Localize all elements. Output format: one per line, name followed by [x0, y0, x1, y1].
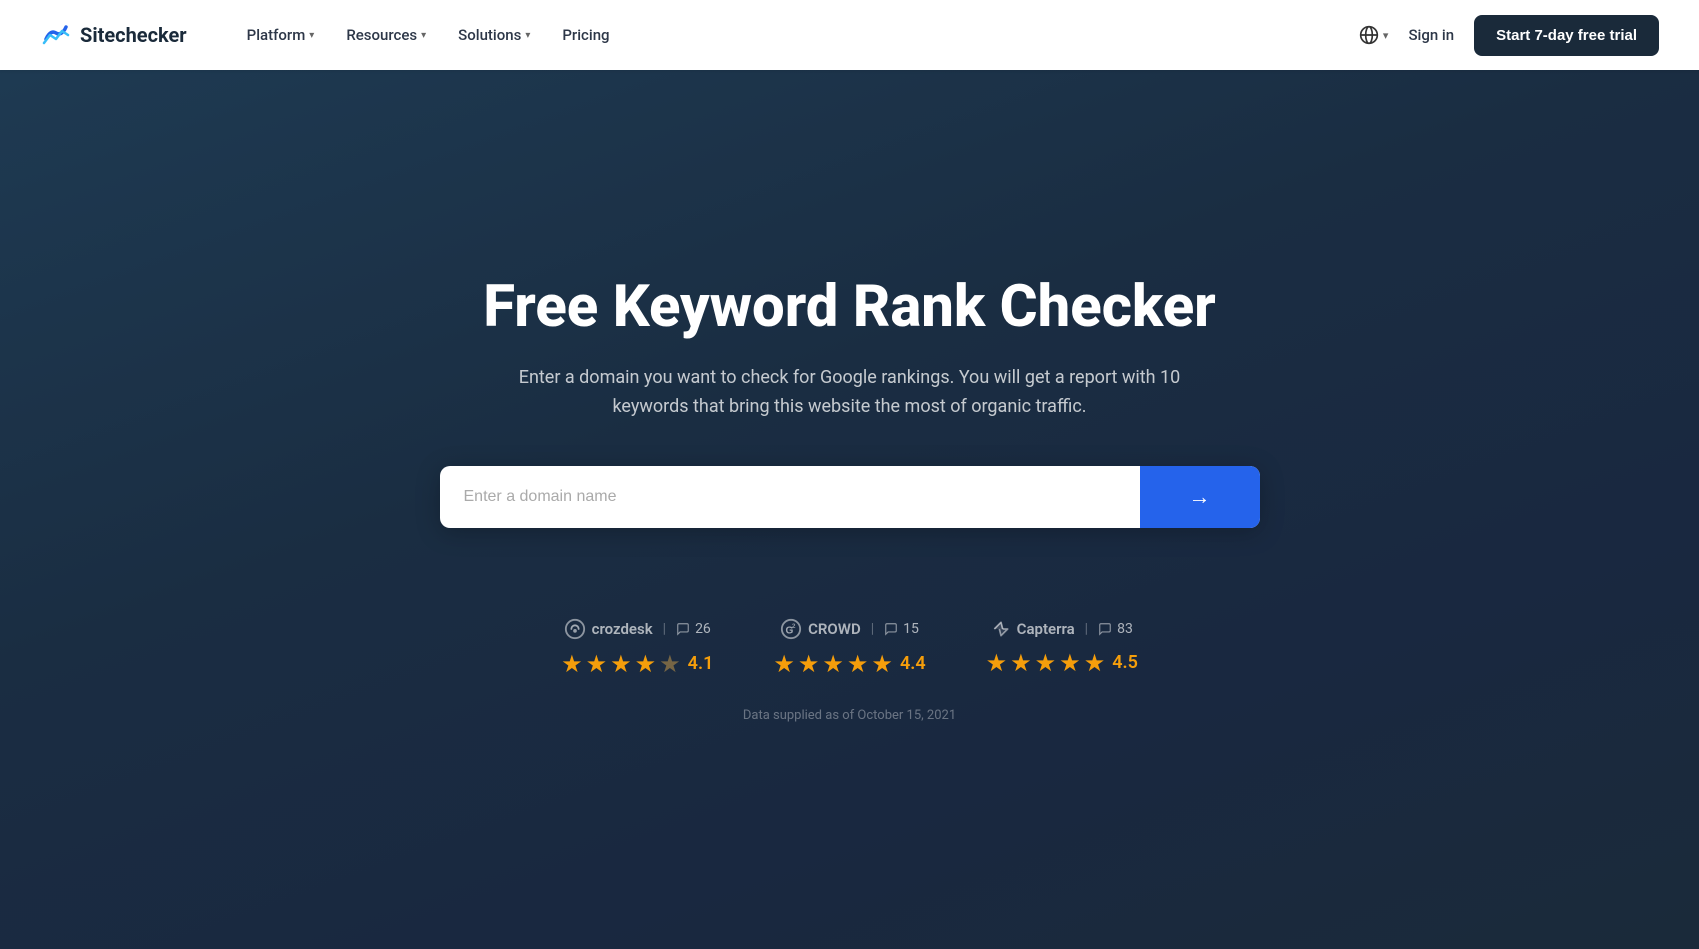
nav-platform[interactable]: Platform ▾ — [235, 18, 327, 52]
crozdesk-review-count: 26 — [695, 621, 711, 637]
navbar: Sitechecker Platform ▾ Resources ▾ Solut… — [0, 0, 1699, 70]
capterra-score: 4.5 — [1112, 652, 1138, 673]
star-4: ★ — [847, 650, 869, 678]
star-3: ★ — [610, 650, 632, 678]
capterra-icon — [991, 619, 1011, 639]
hero-section: Free Keyword Rank Checker Enter a domain… — [0, 70, 1699, 949]
search-button[interactable]: → — [1140, 466, 1260, 528]
brand-name: Sitechecker — [80, 23, 187, 47]
start-trial-button[interactable]: Start 7-day free trial — [1474, 15, 1659, 56]
crozdesk-icon — [564, 618, 586, 640]
domain-search-input[interactable] — [440, 466, 1140, 528]
hero-title: Free Keyword Rank Checker — [483, 276, 1216, 340]
star-2: ★ — [1010, 649, 1032, 677]
g2-icon: G 2 — [780, 618, 802, 640]
star-half: ★ — [635, 650, 657, 678]
nav-links: Platform ▾ Resources ▾ Solutions ▾ Prici… — [235, 18, 1359, 52]
g2crowd-review-count: 15 — [903, 621, 919, 637]
capterra-label: Capterra — [1017, 620, 1075, 638]
capterra-logo: Capterra — [991, 619, 1075, 639]
capterra-rating: Capterra | 83 ★ ★ ★ ★ ★ 4.5 — [986, 619, 1138, 677]
brand-logo-link[interactable]: Sitechecker — [40, 19, 187, 51]
signin-link[interactable]: Sign in — [1408, 26, 1454, 44]
nav-solutions[interactable]: Solutions ▾ — [446, 18, 542, 52]
comment-icon-capterra — [1098, 622, 1112, 636]
capterra-count: 83 — [1098, 621, 1133, 637]
comment-icon — [676, 622, 690, 636]
star-3: ★ — [1035, 649, 1057, 677]
arrow-right-icon: → — [1189, 484, 1211, 510]
crozdesk-score: 4.1 — [688, 653, 714, 674]
brand-logo-icon — [40, 19, 72, 51]
resources-chevron-icon: ▾ — [421, 30, 426, 41]
star-1: ★ — [561, 650, 583, 678]
svg-text:2: 2 — [792, 623, 796, 630]
star-half: ★ — [871, 650, 893, 678]
g2crowd-rating: G 2 CROWD | 15 ★ ★ ★ ★ ★ — [773, 618, 925, 678]
language-selector[interactable]: ▾ — [1359, 25, 1389, 45]
domain-search-box: → — [440, 466, 1260, 528]
crozdesk-rating: crozdesk | 26 ★ ★ ★ ★ ★ 4.1 — [561, 618, 713, 678]
comment-icon-g2 — [884, 622, 898, 636]
star-half: ★ — [1084, 649, 1106, 677]
crozdesk-count: 26 — [676, 621, 711, 637]
ratings-row: crozdesk | 26 ★ ★ ★ ★ ★ 4.1 — [561, 618, 1138, 678]
g2crowd-logo: G 2 CROWD — [780, 618, 861, 640]
crozdesk-label: crozdesk — [592, 620, 653, 638]
solutions-chevron-icon: ▾ — [525, 30, 530, 41]
star-2: ★ — [798, 650, 820, 678]
star-4: ★ — [1059, 649, 1081, 677]
star-3: ★ — [822, 650, 844, 678]
capterra-stars: ★ ★ ★ ★ ★ 4.5 — [986, 649, 1138, 677]
g2crowd-stars: ★ ★ ★ ★ ★ 4.4 — [773, 650, 925, 678]
language-chevron-icon: ▾ — [1383, 29, 1389, 42]
g2crowd-score: 4.4 — [900, 653, 926, 674]
crozdesk-stars: ★ ★ ★ ★ ★ 4.1 — [561, 650, 713, 678]
platform-chevron-icon: ▾ — [309, 30, 314, 41]
star-2: ★ — [586, 650, 608, 678]
nav-pricing[interactable]: Pricing — [550, 18, 621, 52]
globe-icon — [1359, 25, 1379, 45]
data-note: Data supplied as of October 15, 2021 — [743, 708, 956, 723]
star-1: ★ — [773, 650, 795, 678]
nav-right: ▾ Sign in Start 7-day free trial — [1359, 15, 1659, 56]
capterra-review-count: 83 — [1117, 621, 1133, 637]
g2crowd-count: 15 — [884, 621, 919, 637]
star-1: ★ — [986, 649, 1008, 677]
g2crowd-label: CROWD — [808, 620, 861, 638]
hero-subtitle: Enter a domain you want to check for Goo… — [490, 364, 1210, 422]
star-empty: ★ — [659, 650, 681, 678]
nav-resources[interactable]: Resources ▾ — [334, 18, 438, 52]
crozdesk-logo: crozdesk — [564, 618, 653, 640]
